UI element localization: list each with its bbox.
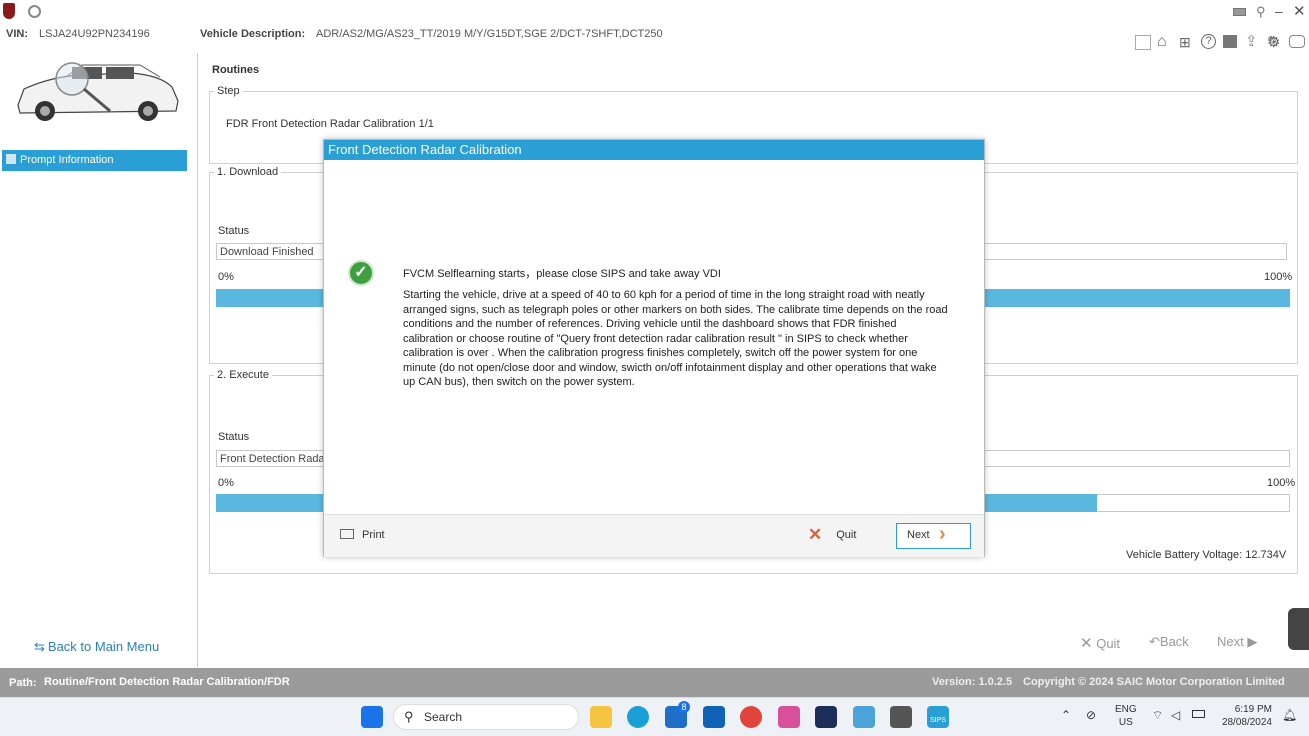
language-indicator[interactable]: ENG US (1115, 703, 1137, 729)
vehicle-description-value: ADR/AS2/MG/AS23_TT/2019 M/Y/G15DT,SGE 2/… (316, 28, 663, 40)
teamviewer-icon[interactable] (815, 706, 837, 728)
file-explorer-icon[interactable] (590, 706, 612, 728)
search-icon: ⚲ (404, 709, 414, 724)
battery-tray-icon[interactable] (1192, 710, 1205, 718)
dialog-quit-button[interactable]: ✕ Quit (808, 525, 856, 545)
dialog-footer: Print ✕ Quit Next › (324, 514, 984, 557)
lang-top: ENG (1115, 704, 1137, 715)
vehicle-description-label: Vehicle Description: (200, 28, 306, 40)
lang-bottom: US (1118, 717, 1133, 728)
network-tray-icon[interactable]: ⊘ (1086, 708, 1096, 722)
vehicle-image (17, 62, 179, 121)
home-icon[interactable]: ⌂ (1157, 33, 1167, 51)
windows-start-icon[interactable] (361, 706, 383, 728)
battery-icon (1233, 8, 1246, 16)
back-to-main-menu-button[interactable]: ⇆ Back to Main Menu (34, 639, 159, 655)
bottom-back-button[interactable]: ↶Back (1149, 634, 1189, 650)
download-pct-start: 0% (218, 271, 234, 283)
prompt-information-label: Prompt Information (20, 154, 114, 166)
printer-icon (340, 529, 354, 539)
volume-icon[interactable]: ◁ (1171, 708, 1180, 722)
show-hidden-icons[interactable]: ⌃ (1061, 708, 1071, 722)
clock-date: 28/08/2024 (1221, 717, 1272, 728)
bottom-next-label: Next (1217, 634, 1244, 649)
notification-bell-icon[interactable]: 🔔︎ (1282, 708, 1297, 722)
print-label: Print (362, 529, 385, 541)
step-value: FDR Front Detection Radar Calibration 1/… (226, 118, 434, 130)
dialog-body: Starting the vehicle, drive at a speed o… (403, 289, 948, 388)
execute-pct-end: 100% (1267, 477, 1296, 489)
dialog-next-button[interactable]: Next › (896, 523, 971, 549)
back-to-main-menu-label: Back to Main Menu (47, 639, 160, 654)
bottom-back-label: Back (1159, 634, 1189, 649)
quit-x-icon: ✕ (808, 525, 823, 544)
close-button[interactable]: ✕ (1293, 2, 1306, 20)
bottom-next-button[interactable]: Next ▶ (1217, 634, 1257, 650)
chevron-right-icon: › (939, 523, 946, 545)
globe-icon[interactable] (28, 5, 41, 18)
battery-voltage: Vehicle Battery Voltage: 12.734V (1126, 549, 1287, 561)
clock-time: 6:19 PM (1234, 704, 1272, 715)
remote-desktop-icon[interactable] (853, 706, 875, 728)
clock[interactable]: 6:19 PM 28/08/2024 (1218, 703, 1272, 729)
download-title: 1. Download (214, 166, 282, 178)
search-placeholder: Search (424, 710, 463, 724)
path-value: Routine/Front Detection Radar Calibratio… (44, 676, 290, 688)
execute-title: 2. Execute (214, 369, 272, 381)
report-icon[interactable] (1135, 35, 1151, 50)
back-arrow-icon: ⇆ (34, 639, 45, 654)
dialog-title: Front Detection Radar Calibration (324, 140, 984, 160)
car-icon[interactable] (1289, 35, 1305, 48)
upload-icon[interactable]: ⇪ (1245, 32, 1258, 50)
sips-label: SIPS (930, 717, 946, 724)
dialog-quit-label: Quit (836, 529, 857, 541)
edge-icon[interactable] (627, 706, 649, 728)
path-label: Path: (9, 677, 37, 689)
status-bar: Path: Routine/Front Detection Radar Cali… (0, 668, 1309, 697)
download-pct-end: 100% (1264, 271, 1293, 283)
vehicle-info-bar: VIN: LSJA24U92PN234196 Vehicle Descripti… (0, 24, 1309, 52)
wifi-icon[interactable]: ⌔ (1152, 708, 1163, 723)
dialog-next-label: Next (907, 529, 930, 541)
back-icon: ↶ (1149, 634, 1160, 649)
taskbar: ⚲ Search 8 SIPS ⌃ ⊘ ENG US ⌔ ◁ 6:19 PM 2… (0, 697, 1309, 736)
chrome-icon[interactable] (740, 706, 762, 728)
execute-status-label: Status (218, 431, 250, 443)
snipping-tool-icon[interactable] (778, 706, 800, 728)
document-icon (6, 154, 16, 164)
section-title: Routines (212, 64, 260, 76)
step-title: Step (214, 85, 243, 97)
search-box[interactable]: ⚲ Search (393, 704, 579, 730)
app-logo-icon (3, 3, 15, 19)
left-panel: Prompt Information ⇆ Back to Main Menu (0, 53, 198, 667)
title-bar: ⚲ – ✕ (0, 0, 1309, 24)
success-check-icon: ✓ (348, 260, 374, 286)
next-play-icon: ▶ (1247, 634, 1258, 649)
help-icon[interactable]: ? (1201, 34, 1216, 49)
app-icon[interactable] (890, 706, 912, 728)
usb-icon: ⚲ (1256, 4, 1266, 19)
quit-x-icon: ✕ (1080, 635, 1093, 652)
minimize-button[interactable]: – (1275, 3, 1283, 19)
calibration-dialog: Front Detection Radar Calibration ✓ FVCM… (323, 139, 985, 557)
side-tab-handle[interactable] (1288, 608, 1309, 650)
outlook-icon[interactable] (703, 706, 725, 728)
bottom-quit-label: Quit (1096, 636, 1121, 651)
download-status-label: Status (218, 225, 250, 237)
version-text: Version: 1.0.2.5 (932, 676, 1013, 688)
bottom-quit-button[interactable]: ✕ Quit (1080, 634, 1120, 652)
gear-icon[interactable]: ⚙ (1267, 33, 1280, 51)
network-icon[interactable]: ⊞ (1179, 34, 1191, 51)
print-button[interactable]: Print (340, 529, 385, 541)
prompt-information-item[interactable]: Prompt Information (2, 150, 187, 171)
message-icon[interactable] (1223, 35, 1237, 48)
dialog-headline: FVCM Selflearning starts，please close SI… (403, 268, 721, 280)
vin-value: LSJA24U92PN234196 (39, 28, 150, 40)
vin-label: VIN: (6, 28, 28, 40)
notification-badge: 8 (678, 701, 690, 713)
copyright-text: Copyright © 2024 SAIC Motor Corporation … (1023, 676, 1285, 688)
execute-pct-start: 0% (218, 477, 234, 489)
sips-app-icon[interactable]: SIPS (927, 706, 949, 728)
